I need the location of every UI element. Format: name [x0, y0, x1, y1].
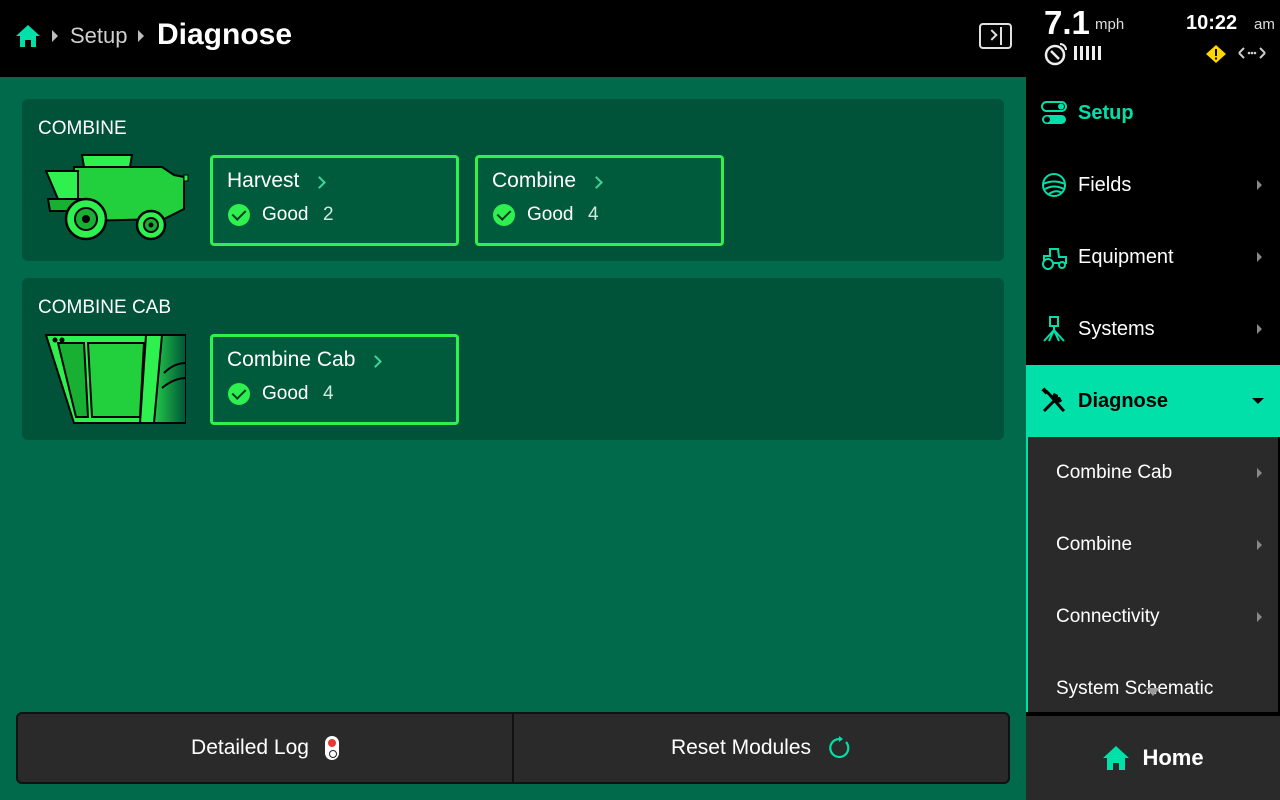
main-content: COMBINE Harvest Good 2 Combine Good 4 CO… [0, 77, 1026, 800]
sidebar: Setup Fields Equipment Systems Diagnose … [1026, 77, 1280, 800]
combine-harvester-illustration [44, 154, 189, 241]
log-indicator-icon [324, 736, 339, 760]
chevron-right-icon [1257, 468, 1262, 478]
breadcrumb-setup-link[interactable]: Setup [70, 23, 128, 49]
wrench-screwdriver-icon [1041, 387, 1066, 413]
breadcrumb-separator-icon [52, 30, 58, 42]
sidebar-item-label: Diagnose [1078, 389, 1169, 412]
clock-time: 10:22 [1186, 12, 1238, 34]
action-bar: Detailed Log Reset Modules [16, 712, 1010, 784]
home-icon [1103, 746, 1130, 770]
combine-cab-illustration [44, 334, 186, 424]
clock-suffix: am [1254, 16, 1275, 33]
module-count: 2 [323, 204, 334, 225]
module-name: Combine Cab [227, 348, 356, 371]
sidebar-item-setup[interactable]: Setup [1026, 77, 1280, 149]
submenu-item-label: Combine Cab [1056, 462, 1173, 483]
chevron-right-icon [1257, 612, 1262, 622]
diagnose-submenu: Combine Cab Combine Connectivity System … [1026, 437, 1278, 712]
home-icon[interactable] [14, 22, 42, 50]
sidebar-item-diagnose[interactable]: Diagnose [1026, 365, 1280, 437]
module-count: 4 [323, 383, 334, 404]
check-circle-icon [228, 204, 250, 226]
module-tile-combine-cab[interactable]: Combine Cab Good 4 [210, 334, 459, 425]
sidebar-item-equipment[interactable]: Equipment [1026, 221, 1280, 293]
submenu-item-label: Connectivity [1056, 606, 1160, 627]
tractor-icon [1042, 248, 1067, 270]
chevron-down-icon [1252, 398, 1264, 404]
chevron-right-icon [1257, 252, 1262, 262]
module-count: 4 [588, 204, 599, 225]
speed-unit: mph [1095, 16, 1125, 33]
chevron-right-icon [986, 29, 998, 41]
sidebar-item-label: Systems [1078, 317, 1155, 340]
panel-divider [1000, 27, 1002, 45]
fields-icon [1042, 173, 1066, 197]
top-bar: Setup Diagnose [0, 0, 1026, 77]
panel-toggle-button[interactable] [979, 23, 1012, 49]
connection-icon[interactable] [1238, 46, 1266, 60]
gps-icon[interactable] [1044, 42, 1068, 66]
module-status: Good [527, 204, 574, 225]
chevron-right-icon [590, 176, 603, 189]
breadcrumb-separator-icon [138, 30, 144, 42]
chevron-right-icon [313, 176, 326, 189]
chevron-right-icon [1257, 540, 1262, 550]
speed-value: 7.1 [1044, 4, 1090, 41]
detailed-log-label: Detailed Log [191, 736, 309, 759]
sprayer-icon [1043, 316, 1065, 342]
module-name: Combine [492, 169, 577, 192]
submenu-item-label: Combine [1056, 534, 1133, 555]
submenu-item-label: System Schematic [1056, 678, 1214, 699]
sidebar-item-label: Fields [1078, 173, 1132, 196]
page-title: Diagnose [157, 18, 293, 51]
module-status: Good [262, 204, 309, 225]
module-name: Harvest [227, 169, 300, 192]
home-label: Home [1142, 745, 1204, 770]
chevron-right-icon [1257, 180, 1262, 190]
reset-modules-button[interactable]: Reset Modules [512, 714, 1008, 782]
detailed-log-button[interactable]: Detailed Log [18, 714, 512, 782]
sidebar-item-systems[interactable]: Systems [1026, 293, 1280, 365]
submenu-item-combine[interactable]: Combine [1028, 509, 1278, 581]
reset-modules-label: Reset Modules [670, 736, 812, 759]
signal-bars-icon [1074, 46, 1101, 60]
check-circle-icon [493, 204, 515, 226]
module-status: Good [262, 383, 309, 404]
sidebar-item-label: Setup [1078, 101, 1134, 124]
section-combine-cab: COMBINE CAB Combine Cab Good 4 [22, 278, 1004, 440]
sidebar-item-fields[interactable]: Fields [1026, 149, 1280, 221]
reset-icon [829, 736, 850, 759]
toggle-icon [1041, 101, 1067, 124]
submenu-item-combine-cab[interactable]: Combine Cab [1028, 437, 1278, 509]
sidebar-item-label: Equipment [1078, 245, 1174, 268]
section-combine: COMBINE Harvest Good 2 Combine Good 4 [22, 99, 1004, 261]
submenu-item-system-schematic[interactable]: System Schematic [1028, 653, 1278, 712]
chevron-right-icon [369, 355, 382, 368]
section-title: COMBINE [38, 118, 127, 139]
module-tile-harvest[interactable]: Harvest Good 2 [210, 155, 459, 246]
section-title: COMBINE CAB [38, 297, 172, 318]
home-button[interactable]: Home [1026, 714, 1280, 800]
scroll-down-icon[interactable] [1146, 688, 1160, 696]
status-area: 7.1 mph 10:22 am [1026, 0, 1280, 77]
submenu-item-connectivity[interactable]: Connectivity [1028, 581, 1278, 653]
module-tile-combine[interactable]: Combine Good 4 [475, 155, 724, 246]
check-circle-icon [228, 383, 250, 405]
chevron-right-icon [1257, 324, 1262, 334]
warning-icon[interactable] [1205, 44, 1227, 64]
